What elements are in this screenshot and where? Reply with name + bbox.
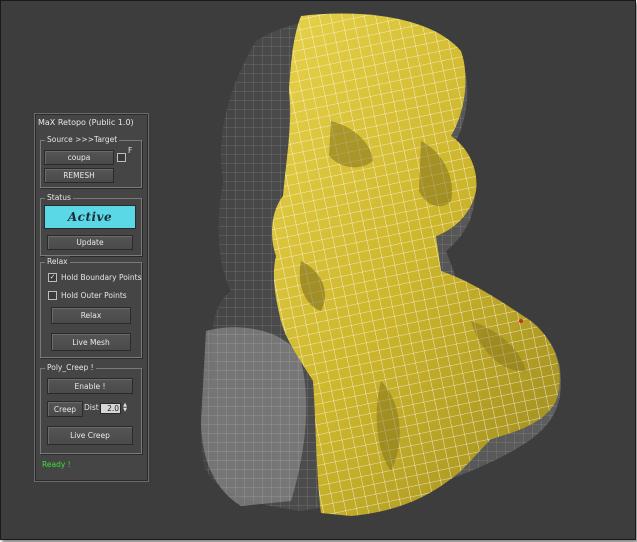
app-window: MaX Retopo (Public 1.0) Source >>>Target… (0, 0, 636, 540)
source-target-label: Source >>>Target (45, 134, 120, 145)
relax-group: Relax ✓ Hold Boundary Points Hold Outer … (40, 256, 142, 358)
live-mesh-button[interactable]: Live Mesh (51, 333, 131, 351)
poly-creep-group: Poly_Creep ! Enable ! Creep Dist 2.0 ▲ ▼ … (40, 362, 142, 454)
hold-boundary-checkbox[interactable]: ✓ (48, 272, 57, 282)
hold-boundary-row[interactable]: ✓ Hold Boundary Points (48, 271, 142, 283)
dist-label: Dist (84, 403, 99, 412)
relax-button[interactable]: Relax (51, 307, 131, 324)
poly-creep-label: Poly_Creep ! (45, 362, 96, 373)
live-creep-button[interactable]: Live Creep (47, 426, 133, 445)
relax-label: Relax (45, 256, 70, 267)
dist-value-field[interactable]: 2.0 (100, 403, 121, 414)
hold-outer-row[interactable]: Hold Outer Points (48, 289, 127, 301)
hold-boundary-label: Hold Boundary Points (61, 272, 142, 282)
source-target-group: Source >>>Target coupa F REMESH (40, 134, 142, 188)
f-checkbox-label: F (128, 146, 133, 155)
status-group: Status Active Update (40, 192, 142, 256)
remesh-button[interactable]: REMESH (44, 168, 114, 183)
hold-outer-checkbox[interactable] (48, 290, 57, 300)
enable-button[interactable]: Enable ! (47, 378, 133, 394)
f-checkbox[interactable] (117, 153, 126, 162)
panel-title: MaX Retopo (Public 1.0) (38, 118, 134, 127)
status-indicator: Active (44, 205, 136, 229)
update-button[interactable]: Update (47, 235, 133, 250)
max-retopo-panel[interactable]: MaX Retopo (Public 1.0) Source >>>Target… (34, 113, 149, 482)
dist-spinner[interactable]: ▲ ▼ (122, 403, 128, 413)
creep-button[interactable]: Creep (47, 401, 83, 417)
status-label: Status (45, 192, 73, 203)
ready-status-text: Ready ! (42, 460, 71, 469)
target-object-button[interactable]: coupa (44, 150, 114, 165)
hold-outer-label: Hold Outer Points (61, 290, 127, 300)
